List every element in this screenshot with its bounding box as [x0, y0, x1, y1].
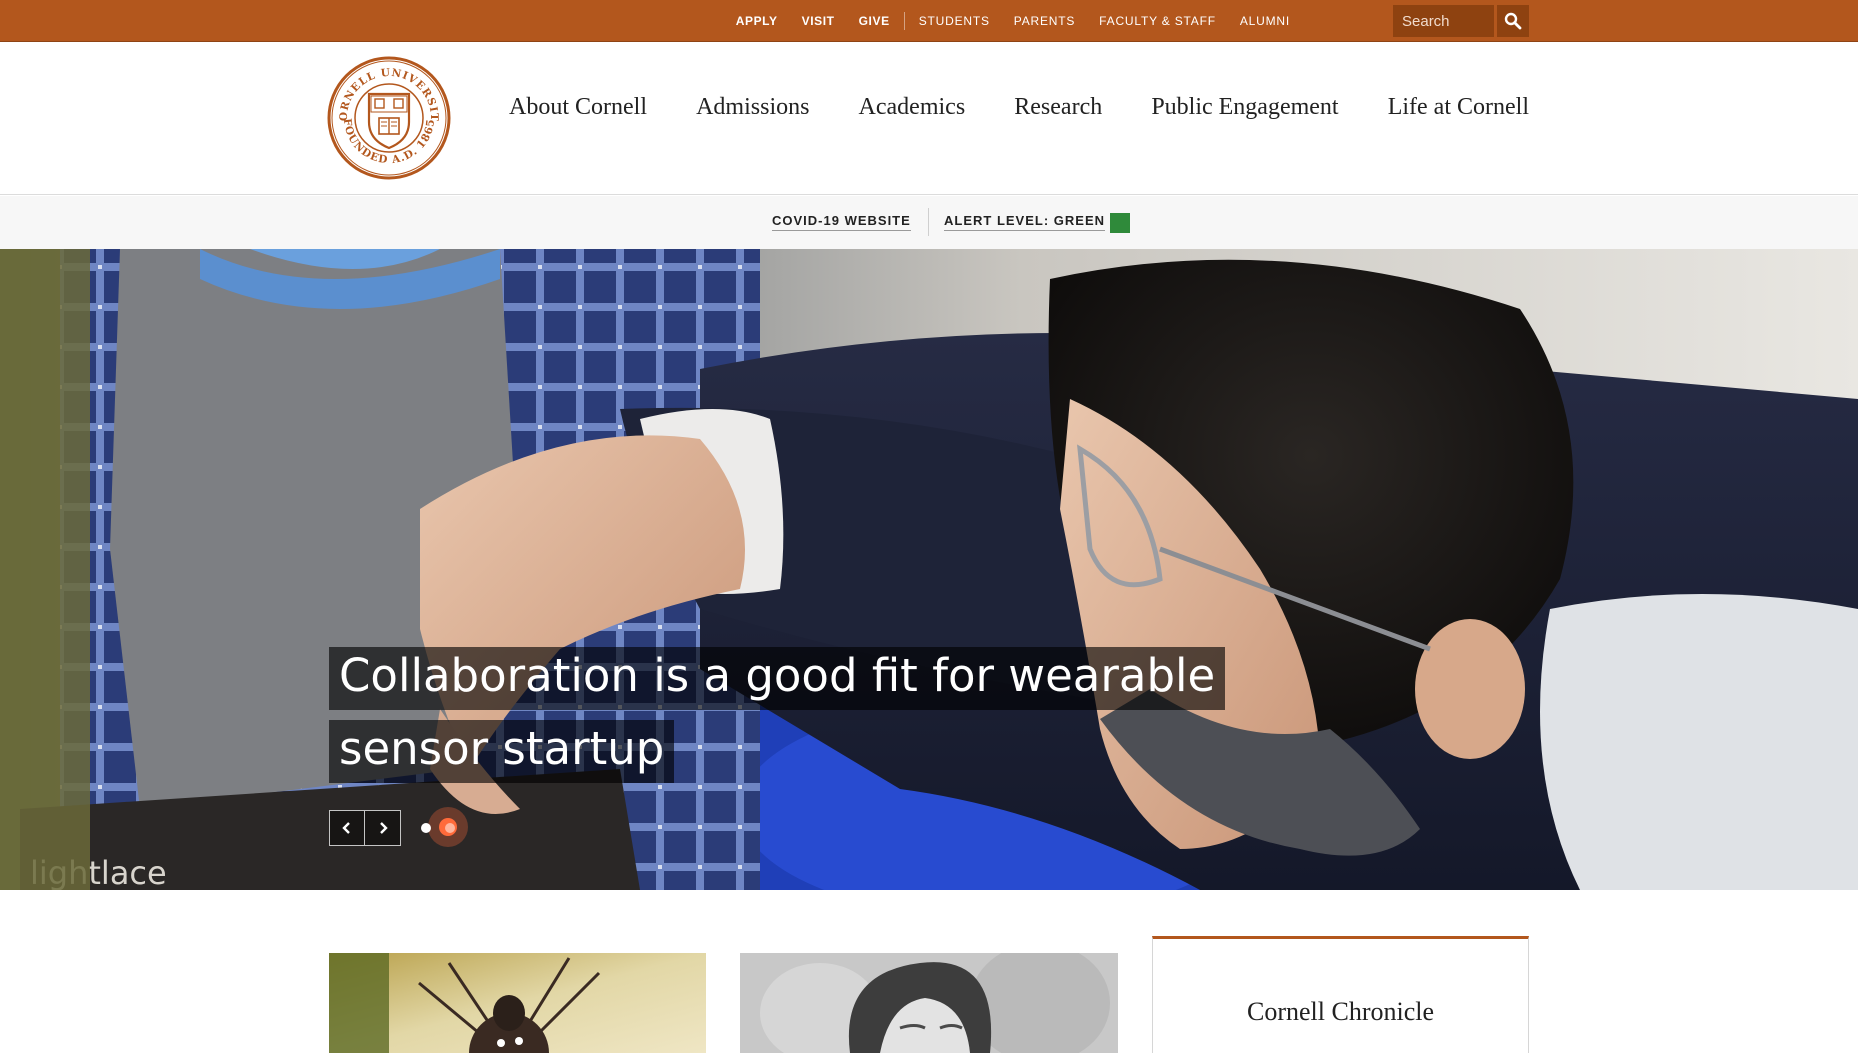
news-card-image-mosquito[interactable]: [329, 953, 706, 1053]
visit-link[interactable]: VISIT: [802, 14, 835, 28]
nav-public-engagement[interactable]: Public Engagement: [1151, 94, 1338, 121]
alert-level-swatch: [1110, 213, 1130, 233]
magnifier-icon: [1504, 12, 1522, 30]
nav-about-cornell[interactable]: About Cornell: [509, 94, 647, 121]
hero-carousel: lightlace Collaboration is a good fit fo…: [0, 249, 1858, 890]
carousel-next-button[interactable]: [365, 810, 401, 846]
carousel-controls: [329, 810, 469, 846]
hero-photo: lightlace: [0, 249, 1858, 890]
faculty-staff-link[interactable]: FACULTY & STAFF: [1099, 14, 1216, 28]
search-button[interactable]: [1497, 5, 1529, 37]
utility-bar: APPLY VISIT GIVE STUDENTS PARENTS FACULT…: [0, 0, 1858, 42]
covid-website-link[interactable]: COVID-19 WEBSITE: [772, 213, 911, 231]
hero-caption-line-2: sensor startup: [329, 720, 675, 783]
chevron-left-icon: [342, 822, 350, 834]
nav-admissions[interactable]: Admissions: [696, 94, 809, 121]
alert-strip: COVID-19 WEBSITE ALERT LEVEL: GREEN: [0, 196, 1858, 249]
portrait-photo: [740, 953, 1118, 1053]
parents-link[interactable]: PARENTS: [1014, 14, 1075, 28]
primary-nav: About Cornell Admissions Academics Resea…: [509, 94, 1529, 121]
nav-life-at-cornell[interactable]: Life at Cornell: [1388, 94, 1529, 121]
carousel-dot-1[interactable]: [421, 823, 431, 833]
main-header: CORNELL UNIVERSITY FOUNDED A.D. 1865 Abo…: [0, 42, 1858, 195]
alert-level-link[interactable]: ALERT LEVEL: GREEN: [944, 213, 1106, 231]
seal-icon: CORNELL UNIVERSITY FOUNDED A.D. 1865: [322, 47, 451, 180]
apply-link[interactable]: APPLY: [736, 14, 778, 28]
mosquito-photo: [329, 953, 706, 1053]
cornell-chronicle-box: Cornell Chronicle: [1152, 936, 1529, 1053]
chevron-right-icon: [379, 822, 388, 834]
chronicle-title[interactable]: Cornell Chronicle: [1153, 997, 1528, 1027]
nav-academics[interactable]: Academics: [859, 94, 966, 121]
students-link[interactable]: STUDENTS: [919, 14, 990, 28]
give-link[interactable]: GIVE: [859, 14, 890, 28]
carousel-dot-2[interactable]: [445, 823, 455, 833]
hero-caption[interactable]: Collaboration is a good fit for wearable…: [329, 639, 1226, 785]
news-card-image-portrait[interactable]: [740, 953, 1118, 1053]
cornell-seal-logo[interactable]: CORNELL UNIVERSITY FOUNDED A.D. 1865: [322, 47, 451, 180]
search-input[interactable]: [1393, 5, 1494, 37]
utility-divider: [903, 12, 905, 30]
alert-divider: [928, 208, 929, 236]
carousel-dots: [421, 823, 469, 833]
hero-caption-line-1: Collaboration is a good fit for wearable: [329, 647, 1226, 710]
nav-research[interactable]: Research: [1014, 94, 1102, 121]
carousel-prev-button[interactable]: [329, 810, 365, 846]
utility-links: APPLY VISIT GIVE STUDENTS PARENTS FACULT…: [736, 0, 1290, 42]
alumni-link[interactable]: ALUMNI: [1240, 14, 1290, 28]
